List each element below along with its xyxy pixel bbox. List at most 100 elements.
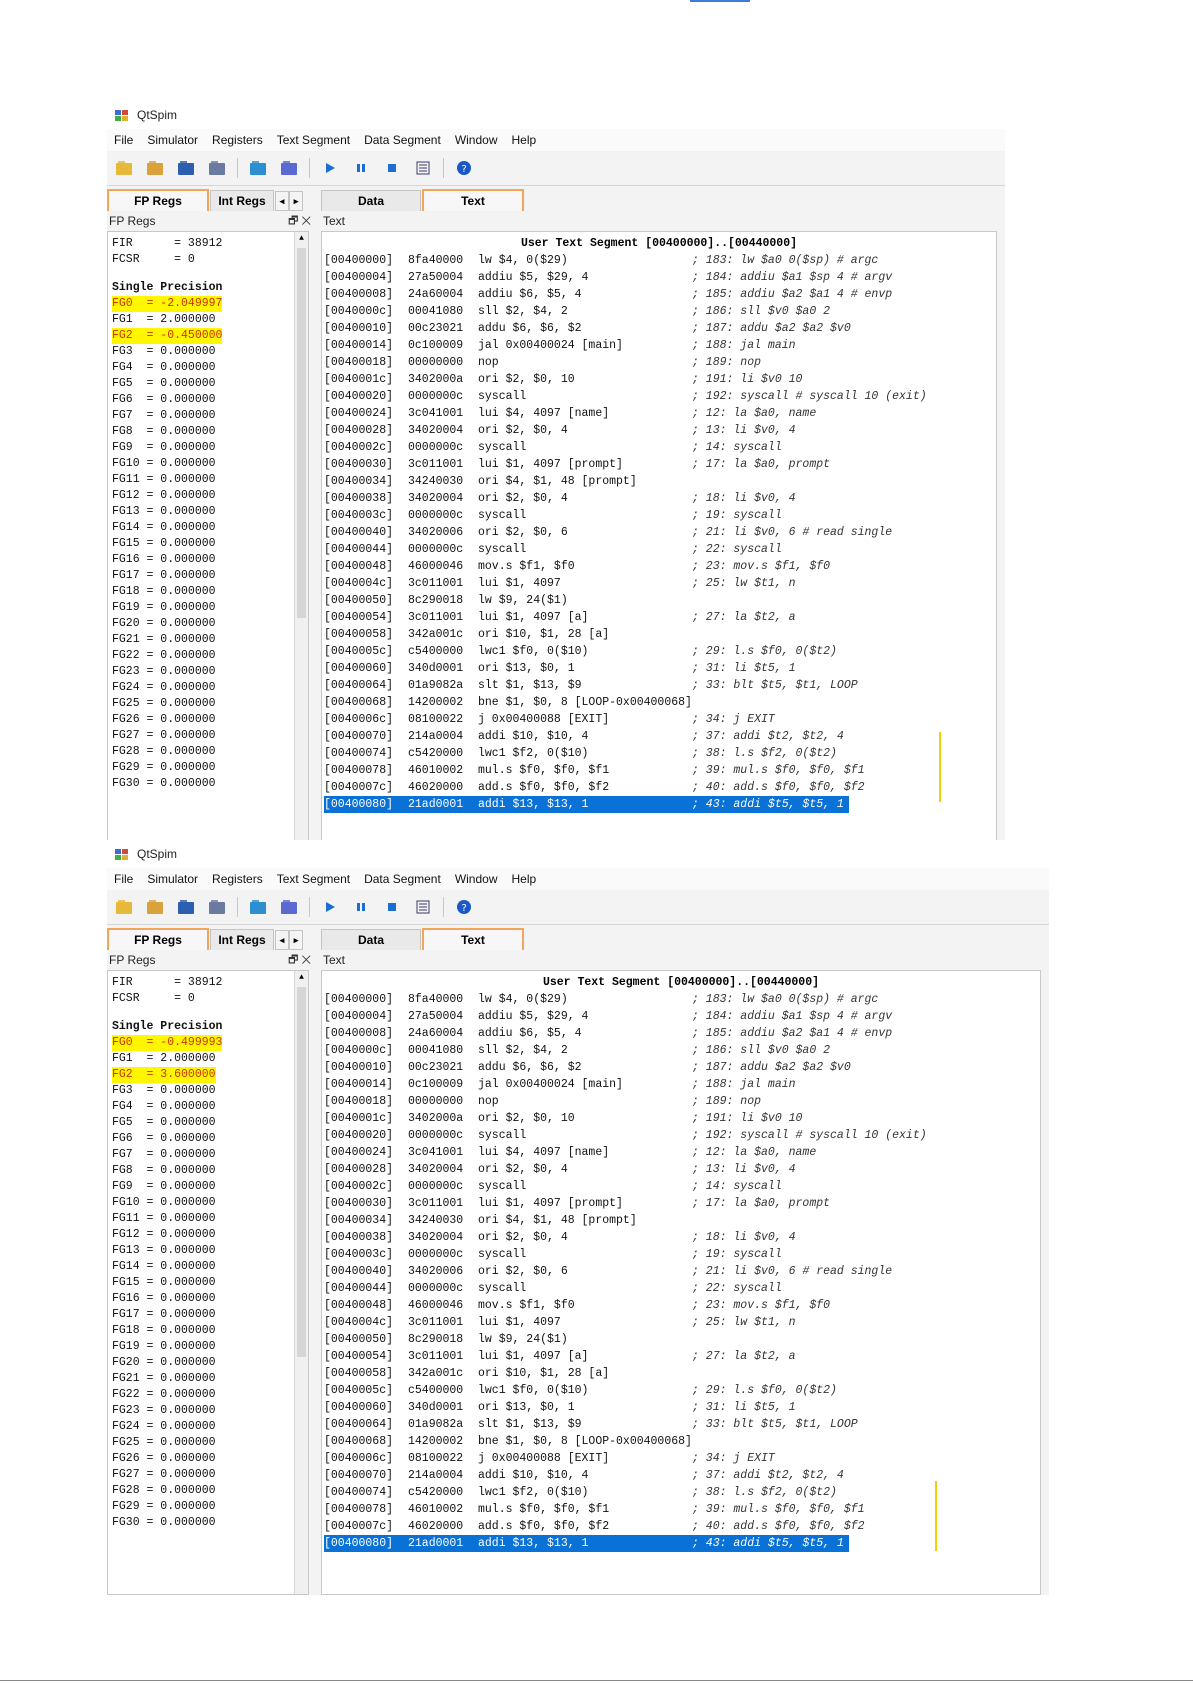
menu-file[interactable]: File <box>107 133 140 147</box>
code-row[interactable]: [0040007c] 46020000 add.s $f0, $f0, $f2 ; 4… <box>324 1518 865 1535</box>
help-icon[interactable]: ? <box>453 896 475 918</box>
code-row[interactable]: [00400008] 24a60004 addiu $6, $5, 4 ; 185: … <box>324 286 892 303</box>
code-row[interactable]: [0040004c] 3c011001 lui $1, 4097 ; 25: lw $… <box>324 575 796 592</box>
menu-text-segment[interactable]: Text Segment <box>270 133 357 147</box>
code-row[interactable]: [00400080] 21ad0001 addi $13, $13, 1 ; 43: … <box>324 1535 849 1552</box>
code-row[interactable]: [0040003c] 0000000c syscall ; 19: syscall <box>324 507 782 524</box>
code-row[interactable]: [00400048] 46000046 mov.s $f1, $f0 ; 23: mo… <box>324 1297 830 1314</box>
open-folder-icon[interactable] <box>113 157 135 179</box>
tab-fp-regs[interactable]: FP Regs <box>107 189 209 211</box>
tab-data[interactable]: Data <box>321 929 421 950</box>
register-scrollbar[interactable]: ▲ <box>294 971 308 1594</box>
code-row[interactable]: [00400004] 27a50004 addiu $5, $29, 4 ; 184:… <box>324 1008 892 1025</box>
code-row[interactable]: [00400000] 8fa40000 lw $4, 0($29) ; 183: lw… <box>324 252 878 269</box>
clear-registers-icon[interactable] <box>278 896 300 918</box>
pause-icon[interactable] <box>350 896 372 918</box>
tab-int-regs[interactable]: Int Regs <box>210 190 274 211</box>
code-row[interactable]: [00400068] 14200002 bne $1, $0, 8 [LOOP-0x… <box>324 1433 692 1450</box>
tab-scroll-right[interactable]: ▸ <box>289 191 303 211</box>
reload-file-icon[interactable] <box>144 157 166 179</box>
code-row[interactable]: [0040006c] 08100022 j 0x00400088 [EXIT] ; 3… <box>324 711 775 728</box>
menu-data-segment[interactable]: Data Segment <box>357 872 448 886</box>
code-row[interactable]: [00400038] 34020004 ori $2, $0, 4 ; 18: li … <box>324 1229 796 1246</box>
code-row[interactable]: [00400018] 00000000 nop ; 189: nop <box>324 354 761 371</box>
menu-help[interactable]: Help <box>505 133 544 147</box>
tab-text[interactable]: Text <box>422 928 524 950</box>
code-row[interactable]: [00400014] 0c100009 jal 0x00400024 [main];… <box>324 1076 796 1093</box>
menu-help[interactable]: Help <box>505 872 544 886</box>
code-row[interactable]: [00400058] 342a001c ori $10, $1, 28 [a] <box>324 1365 692 1382</box>
code-row[interactable]: [00400004] 27a50004 addiu $5, $29, 4 ; 184:… <box>324 269 892 286</box>
dock-controls[interactable]: 🗗 ✕ <box>288 211 311 231</box>
menu-registers[interactable]: Registers <box>205 872 270 886</box>
tab-scroll-left[interactable]: ◂ <box>275 930 289 950</box>
code-row[interactable]: [0040006c] 08100022 j 0x00400088 [EXIT] ; 3… <box>324 1450 775 1467</box>
code-row[interactable]: [00400060] 340d0001 ori $13, $0, 1 ; 31: li… <box>324 1399 796 1416</box>
code-row[interactable]: [00400014] 0c100009 jal 0x00400024 [main];… <box>324 337 796 354</box>
run-icon[interactable] <box>319 896 341 918</box>
code-row[interactable]: [00400048] 46000046 mov.s $f1, $f0 ; 23: mo… <box>324 558 830 575</box>
code-row[interactable]: [00400000] 8fa40000 lw $4, 0($29) ; 183: lw… <box>324 991 878 1008</box>
code-row[interactable]: [0040000c] 00041080 sll $2, $4, 2 ; 186: sl… <box>324 1042 830 1059</box>
code-row[interactable]: [0040005c] c5400000 lwc1 $f0, 0($10) ; 29: … <box>324 1382 837 1399</box>
code-row[interactable]: [00400054] 3c011001 lui $1, 4097 [a] ; 27: … <box>324 609 796 626</box>
clear-registers-icon[interactable] <box>278 157 300 179</box>
tab-scroll-left[interactable]: ◂ <box>275 191 289 211</box>
menu-simulator[interactable]: Simulator <box>140 872 205 886</box>
menu-window[interactable]: Window <box>448 872 505 886</box>
register-scrollbar[interactable]: ▲ <box>294 232 308 845</box>
print-icon[interactable] <box>206 896 228 918</box>
code-row[interactable]: [0040005c] c5400000 lwc1 $f0, 0($10) ; 29: … <box>324 643 837 660</box>
code-row[interactable]: [00400064] 01a9082a slt $1, $13, $9 ; 33: b… <box>324 677 858 694</box>
scroll-up-arrow-icon[interactable]: ▲ <box>295 971 308 985</box>
code-row[interactable]: [00400010] 00c23021 addu $6, $6, $2 ; 187: … <box>324 1059 851 1076</box>
code-row[interactable]: [00400028] 34020004 ori $2, $0, 4 ; 13: li … <box>324 1161 796 1178</box>
code-row[interactable]: [00400078] 46010002 mul.s $f0, $f0, $f1 ; 3… <box>324 762 865 779</box>
code-row[interactable]: [00400060] 340d0001 ori $13, $0, 1 ; 31: li… <box>324 660 796 677</box>
pause-icon[interactable] <box>350 157 372 179</box>
code-row[interactable]: [00400054] 3c011001 lui $1, 4097 [a] ; 27: … <box>324 1348 796 1365</box>
dock-controls[interactable]: 🗗 ✕ <box>288 950 311 970</box>
stop-icon[interactable] <box>381 157 403 179</box>
code-row[interactable]: [0040003c] 0000000c syscall ; 19: syscall <box>324 1246 782 1263</box>
code-row[interactable]: [00400068] 14200002 bne $1, $0, 8 [LOOP-0x… <box>324 694 692 711</box>
save-icon[interactable] <box>175 157 197 179</box>
tab-int-regs[interactable]: Int Regs <box>210 929 274 950</box>
scroll-up-arrow-icon[interactable]: ▲ <box>295 232 308 246</box>
code-row[interactable]: [00400070] 214a0004 addi $10, $10, 4 ; 37: … <box>324 728 844 745</box>
code-row[interactable]: [0040002c] 0000000c syscall ; 14: syscall <box>324 1178 782 1195</box>
open-folder-icon[interactable] <box>113 896 135 918</box>
code-row[interactable]: [00400030] 3c011001 lui $1, 4097 [prompt];… <box>324 1195 830 1212</box>
save-icon[interactable] <box>175 896 197 918</box>
step-icon[interactable] <box>412 896 434 918</box>
tab-scroll-right[interactable]: ▸ <box>289 930 303 950</box>
tab-data[interactable]: Data <box>321 190 421 211</box>
code-row[interactable]: [00400018] 00000000 nop ; 189: nop <box>324 1093 761 1110</box>
code-row[interactable]: [0040001c] 3402000a ori $2, $0, 10 ; 191: l… <box>324 1110 802 1127</box>
tab-fp-regs[interactable]: FP Regs <box>107 928 209 950</box>
menu-registers[interactable]: Registers <box>205 133 270 147</box>
code-row[interactable]: [00400078] 46010002 mul.s $f0, $f0, $f1 ; 3… <box>324 1501 865 1518</box>
stop-icon[interactable] <box>381 896 403 918</box>
code-row[interactable]: [00400024] 3c041001 lui $4, 4097 [name] ; 1… <box>324 1144 816 1161</box>
code-row[interactable]: [00400058] 342a001c ori $10, $1, 28 [a] <box>324 626 692 643</box>
code-row[interactable]: [0040004c] 3c011001 lui $1, 4097 ; 25: lw $… <box>324 1314 796 1331</box>
code-row[interactable]: [00400050] 8c290018 lw $9, 24($1) <box>324 592 692 609</box>
help-icon[interactable]: ? <box>453 157 475 179</box>
code-row[interactable]: [0040002c] 0000000c syscall ; 14: syscall <box>324 439 782 456</box>
reinitialize-icon[interactable] <box>247 157 269 179</box>
menu-window[interactable]: Window <box>448 133 505 147</box>
menu-simulator[interactable]: Simulator <box>140 133 205 147</box>
code-row[interactable]: [00400070] 214a0004 addi $10, $10, 4 ; 37: … <box>324 1467 844 1484</box>
code-row[interactable]: [00400020] 0000000c syscall ; 192: syscall … <box>324 1127 927 1144</box>
run-icon[interactable] <box>319 157 341 179</box>
code-row[interactable]: [00400044] 0000000c syscall ; 22: syscall <box>324 541 782 558</box>
code-row[interactable]: [00400074] c5420000 lwc1 $f2, 0($10) ; 38: … <box>324 745 837 762</box>
code-row[interactable]: [0040007c] 46020000 add.s $f0, $f0, $f2 ; 4… <box>324 779 865 796</box>
code-row[interactable]: [00400038] 34020004 ori $2, $0, 4 ; 18: li … <box>324 490 796 507</box>
code-row[interactable]: [00400050] 8c290018 lw $9, 24($1) <box>324 1331 692 1348</box>
code-row[interactable]: [00400028] 34020004 ori $2, $0, 4 ; 13: li … <box>324 422 796 439</box>
code-row[interactable]: [00400020] 0000000c syscall ; 192: syscall … <box>324 388 927 405</box>
code-row[interactable]: [0040001c] 3402000a ori $2, $0, 10 ; 191: l… <box>324 371 802 388</box>
reinitialize-icon[interactable] <box>247 896 269 918</box>
